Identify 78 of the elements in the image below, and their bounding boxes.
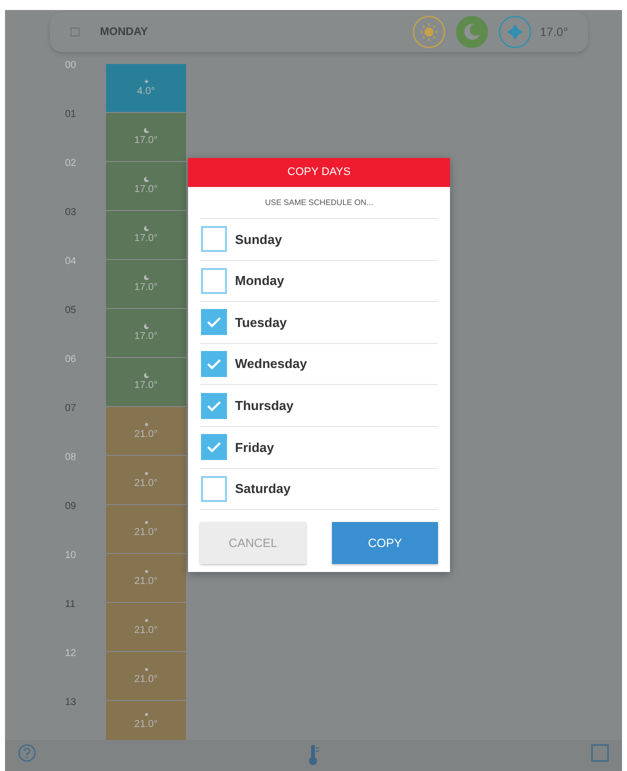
schedule-block[interactable]: 21.0° [106, 456, 186, 504]
checkbox[interactable] [201, 476, 227, 502]
checkbox[interactable] [201, 309, 227, 336]
block-temperature: 17.0° [134, 233, 158, 246]
block-temperature: 4.0° [137, 86, 155, 99]
day-title: MONDAY [100, 24, 148, 40]
block-temperature: 21.0° [134, 527, 158, 540]
schedule-block[interactable]: 17.0° [106, 260, 186, 308]
schedule-block[interactable]: 17.0° [106, 162, 186, 210]
help-icon[interactable] [18, 744, 36, 762]
hour-label: 02 [65, 157, 76, 171]
block-temperature: 21.0° [134, 625, 158, 638]
moon-icon [142, 126, 150, 136]
schedule-block[interactable]: 17.0° [106, 113, 186, 161]
checkbox[interactable] [201, 351, 227, 378]
dialog-title: COPY DAYS [188, 158, 450, 187]
schedule-block[interactable]: 21.0° [106, 652, 186, 700]
schedule-block[interactable]: 21.0° [106, 407, 186, 455]
hour-label: 13 [65, 696, 76, 710]
schedule-block[interactable]: 21.0° [106, 554, 186, 602]
day-label: Friday [235, 438, 274, 457]
hour-label: 09 [65, 500, 76, 514]
hour-label: 00 [65, 59, 76, 73]
schedule-block[interactable]: 21.0° [106, 505, 186, 553]
hour-label: 07 [65, 402, 76, 416]
square-icon[interactable] [591, 744, 609, 762]
hour-label: 03 [65, 206, 76, 220]
block-temperature: 17.0° [134, 282, 158, 295]
schedule-block[interactable]: 21.0° [106, 701, 186, 740]
hour-label: 10 [65, 549, 76, 563]
hour-label: 12 [65, 647, 76, 661]
calendar-icon[interactable] [70, 27, 80, 37]
day-label: Sunday [235, 230, 282, 249]
block-temperature: 21.0° [134, 674, 158, 687]
moon-icon [142, 175, 150, 184]
block-temperature: 21.0° [134, 576, 158, 589]
hour-label: 06 [65, 353, 76, 367]
schedule-block[interactable]: 17.0° [106, 211, 186, 259]
moon-icon [142, 371, 150, 380]
day-label: Monday [235, 272, 284, 290]
checkmark-icon [206, 400, 222, 412]
checkbox[interactable] [201, 434, 227, 460]
hour-label: 05 [65, 304, 76, 318]
checkbox[interactable] [201, 268, 227, 294]
day-label: Thursday [235, 396, 294, 415]
schedule-block[interactable]: 4.0° [106, 64, 186, 112]
sun-icon[interactable] [412, 15, 446, 49]
day-label: Tuesday [235, 314, 287, 332]
block-temperature: 21.0° [134, 718, 158, 732]
moon-icon [142, 322, 150, 332]
block-temperature: 17.0° [134, 331, 158, 344]
block-temperature: 17.0° [134, 184, 158, 197]
copy-button[interactable]: COPY [332, 522, 438, 564]
day-label: Saturday [235, 480, 291, 498]
cancel-button[interactable]: CANCEL [200, 522, 306, 564]
checkbox[interactable] [201, 392, 227, 419]
block-temperature: 17.0° [134, 135, 158, 148]
moon-icon[interactable] [454, 15, 489, 49]
thermometer-icon[interactable] [308, 744, 320, 766]
block-temperature: 17.0° [134, 380, 158, 393]
hour-label: 04 [65, 255, 76, 269]
block-temperature: 21.0° [134, 429, 158, 442]
hour-label: 11 [65, 598, 76, 612]
schedule-block[interactable]: 21.0° [106, 603, 186, 651]
checkbox[interactable] [201, 226, 227, 252]
block-temperature: 21.0° [134, 478, 158, 491]
schedule-block[interactable]: 17.0° [106, 358, 186, 406]
hour-label: 01 [65, 108, 76, 122]
schedule-block[interactable]: 17.0° [106, 309, 186, 357]
temperature-reading: 17.0° [540, 24, 568, 41]
moon-icon [142, 224, 150, 234]
checkmark-icon [206, 358, 222, 370]
checkmark-icon [206, 441, 222, 454]
dialog-subtitle: USE SAME SCHEDULE ON... [200, 187, 438, 219]
checkmark-icon [206, 316, 222, 328]
moon-icon [142, 273, 150, 282]
day-label: Wednesday [235, 355, 308, 374]
hour-label: 08 [65, 451, 76, 465]
